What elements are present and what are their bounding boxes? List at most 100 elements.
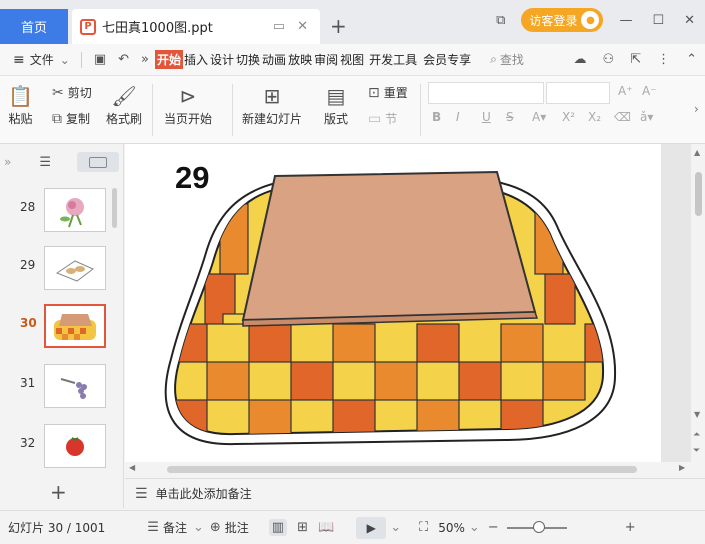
fit-window-icon[interactable]: ⛶ — [419, 520, 428, 535]
zoom-in-icon[interactable]: + — [625, 520, 636, 535]
font-color-icon[interactable]: A▾ — [532, 110, 546, 124]
cut-button[interactable]: ✂ 剪切 — [52, 84, 92, 101]
login-button[interactable]: 访客登录 ● — [521, 8, 604, 32]
menu-item-animation[interactable]: 动画 — [261, 51, 287, 68]
more-menu-icon[interactable]: ⋮ — [657, 52, 670, 67]
slide-number: 31 — [20, 376, 36, 390]
zoom-level[interactable]: 50% — [438, 521, 465, 535]
reading-view-icon[interactable]: 📖 — [318, 520, 334, 535]
paste-button[interactable]: 📋 粘贴 — [8, 82, 33, 127]
underline-icon[interactable]: U — [482, 110, 491, 124]
chevron-down-icon[interactable]: ⌄ — [469, 520, 480, 535]
slide-thumbnail-active[interactable]: 30 — [0, 304, 124, 352]
slide-sorter-icon[interactable]: ⊞ — [297, 520, 308, 535]
scrollbar-thumb[interactable] — [167, 466, 637, 473]
subscript-icon[interactable]: X₂ — [588, 110, 601, 124]
collapse-ribbon-icon[interactable]: ⌃ — [686, 52, 697, 67]
kotatsu-illustration — [164, 170, 617, 446]
ribbon-next-icon[interactable]: › — [694, 102, 699, 116]
menu-item-slideshow[interactable]: 放映 — [287, 51, 313, 68]
save-icon[interactable]: ▣ — [94, 52, 106, 67]
more-icon[interactable]: » — [141, 52, 149, 67]
undo-icon[interactable]: ↶ — [118, 52, 129, 67]
chevron-down-icon[interactable]: ⌄ — [390, 520, 401, 535]
slide-thumbnail[interactable]: 28 — [0, 188, 124, 236]
next-slide-icon[interactable]: ⏷ — [693, 446, 700, 456]
notes-pane[interactable]: ☰ 单击此处添加备注 — [125, 478, 705, 508]
zoom-slider-knob[interactable] — [532, 520, 545, 533]
normal-view-icon[interactable]: ▥ — [268, 519, 288, 536]
canvas-vertical-scrollbar[interactable]: ▲ ▼ ⏶ ⏷ — [691, 144, 705, 476]
menu-item-view[interactable]: 视图 — [339, 51, 365, 68]
slide-thumbnail[interactable]: 31 — [0, 364, 124, 412]
menu-items: 开始 插入 设计 切换 动画 放映 审阅 视图 开发工具 会员专享 — [154, 50, 472, 69]
collapse-panel-icon[interactable]: » — [4, 155, 11, 169]
window-pin-icon[interactable]: ▭ — [273, 19, 285, 34]
new-slide-button[interactable]: ⊞ 新建幻灯片 — [242, 82, 302, 127]
layout-button[interactable]: ▤ 版式 — [324, 82, 348, 127]
menu-item-transition[interactable]: 切换 — [235, 51, 261, 68]
minimize-icon[interactable]: — — [619, 13, 632, 28]
scrollbar-thumb[interactable] — [695, 172, 702, 216]
thumbnail-view-button[interactable] — [77, 152, 119, 172]
close-window-icon[interactable]: ✕ — [684, 13, 695, 28]
copy-button[interactable]: ⧉ 复制 — [52, 110, 90, 127]
brush-icon: 🖌 — [111, 84, 137, 108]
play-slideshow-button[interactable]: ▶ — [356, 516, 387, 539]
reset-button[interactable]: ⊡ 重置 — [368, 84, 408, 101]
flower-thumb-icon — [60, 198, 84, 228]
canvas-horizontal-scrollbar[interactable]: ◀ ▶ — [125, 462, 691, 476]
phonetic-icon[interactable]: ǎ▾ — [640, 110, 653, 124]
search-box[interactable]: ⌕ 查找 — [490, 51, 524, 68]
maximize-icon[interactable]: ☐ — [652, 13, 664, 28]
window-count-icon[interactable]: ⧉ — [496, 13, 505, 28]
italic-icon[interactable]: I — [456, 110, 460, 124]
format-painter-button[interactable]: 🖌 格式刷 — [106, 82, 142, 127]
scroll-up-icon[interactable]: ▲ — [694, 148, 700, 157]
scroll-left-icon[interactable]: ◀ — [129, 463, 135, 472]
zoom-slider[interactable] — [506, 520, 567, 533]
outline-view-icon[interactable]: ☰ — [39, 155, 51, 170]
prev-slide-icon[interactable]: ⏶ — [693, 430, 700, 440]
add-user-icon[interactable]: ⚇ — [603, 52, 615, 67]
cloud-icon[interactable]: ☁ — [574, 52, 587, 67]
new-tab-icon[interactable]: + — [330, 14, 347, 38]
section-button[interactable]: ▭ 节 — [368, 110, 397, 127]
comments-label[interactable]: 批注 — [225, 519, 249, 536]
superscript-icon[interactable]: X² — [562, 110, 575, 124]
decrease-font-icon[interactable]: A⁻ — [642, 84, 657, 98]
zoom-out-icon[interactable]: − — [488, 520, 499, 535]
menu-item-start[interactable]: 开始 — [154, 50, 183, 69]
bold-icon[interactable]: B — [432, 110, 441, 124]
share-icon[interactable]: ⇱ — [630, 52, 641, 67]
login-label: 访客登录 — [529, 13, 578, 28]
menu-item-member[interactable]: 会员专享 — [422, 51, 472, 68]
close-tab-icon[interactable]: ✕ — [297, 19, 308, 34]
chevron-down-icon[interactable]: ⌄ — [193, 520, 204, 535]
paste-label: 粘贴 — [8, 112, 33, 126]
search-label: 查找 — [499, 53, 524, 67]
menu-item-developer[interactable]: 开发工具 — [368, 51, 418, 68]
font-size-select[interactable] — [546, 82, 610, 104]
file-menu[interactable]: ≡ 文件 ⌄ — [8, 48, 75, 71]
menu-item-insert[interactable]: 插入 — [183, 51, 209, 68]
slide[interactable]: 29 — [125, 144, 661, 474]
add-slide-icon[interactable]: + — [50, 480, 67, 504]
tab-document[interactable]: P 七田真1000图.ppt ▭ ✕ — [72, 9, 320, 44]
reset-icon: ⊡ — [368, 84, 380, 101]
play-from-current-button[interactable]: ⊳ 当页开始 — [164, 82, 212, 127]
scroll-down-icon[interactable]: ▼ — [694, 410, 700, 419]
menu-item-design[interactable]: 设计 — [209, 51, 235, 68]
comment-icon[interactable]: ⊕ — [210, 520, 221, 535]
scroll-right-icon[interactable]: ▶ — [679, 463, 685, 472]
font-name-select[interactable] — [428, 82, 544, 104]
notes-toggle-icon[interactable]: ☰ — [147, 520, 159, 535]
slide-thumbnail[interactable]: 32 — [0, 424, 124, 472]
tab-home[interactable]: 首页 — [0, 9, 68, 44]
notes-toggle-label[interactable]: 备注 — [163, 519, 187, 536]
eraser-icon[interactable]: ⌫ — [614, 110, 631, 124]
strikethrough-icon[interactable]: S — [506, 110, 514, 124]
menu-item-review[interactable]: 审阅 — [313, 51, 339, 68]
slide-thumbnail[interactable]: 29 — [0, 246, 124, 294]
increase-font-icon[interactable]: A⁺ — [618, 84, 633, 98]
